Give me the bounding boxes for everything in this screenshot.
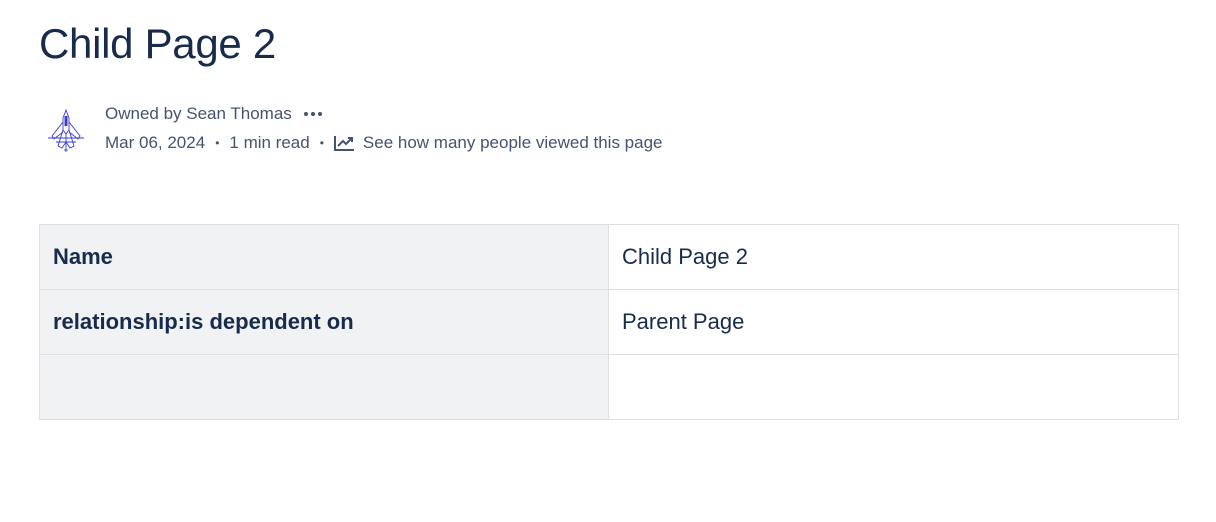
line-chart-icon bbox=[333, 136, 354, 151]
property-key-cell[interactable] bbox=[39, 354, 609, 420]
more-horizontal-icon[interactable] bbox=[302, 104, 324, 124]
read-time: 1 min read bbox=[229, 133, 310, 152]
byline-meta: Owned by Sean Thomas Mar 06, 2024 • 1 mi… bbox=[105, 100, 663, 158]
table-row: Name Child Page 2 bbox=[39, 224, 1179, 290]
page-views-link-label: See how many people viewed this page bbox=[362, 133, 663, 152]
property-key-cell[interactable]: Name bbox=[39, 224, 609, 290]
published-date: Mar 06, 2024 bbox=[105, 133, 206, 152]
owner-text: Owned by Sean Thomas bbox=[105, 104, 292, 123]
confluence-page: Child Page 2 Owned by Sean Thomas Mar 06… bbox=[0, 0, 1216, 522]
info-line: Mar 06, 2024 • 1 min read • See how many… bbox=[105, 128, 663, 158]
property-value-cell[interactable] bbox=[608, 354, 1179, 420]
property-key-cell[interactable]: relationship:is dependent on bbox=[39, 289, 609, 355]
owner-line: Owned by Sean Thomas bbox=[105, 100, 663, 128]
separator-dot: • bbox=[319, 136, 324, 150]
page-views-link[interactable]: See how many people viewed this page bbox=[333, 133, 663, 153]
spaceship-avatar-icon bbox=[48, 108, 84, 152]
table-row: relationship:is dependent on Parent Page bbox=[39, 289, 1179, 355]
separator-dot: • bbox=[215, 136, 220, 150]
property-value-cell[interactable]: Child Page 2 bbox=[608, 224, 1179, 290]
page-title: Child Page 2 bbox=[39, 20, 276, 67]
avatar[interactable] bbox=[44, 108, 88, 154]
page-properties-table: Name Child Page 2 relationship:is depend… bbox=[39, 224, 1179, 420]
property-value-cell[interactable]: Parent Page bbox=[608, 289, 1179, 355]
table-row bbox=[39, 354, 1179, 420]
